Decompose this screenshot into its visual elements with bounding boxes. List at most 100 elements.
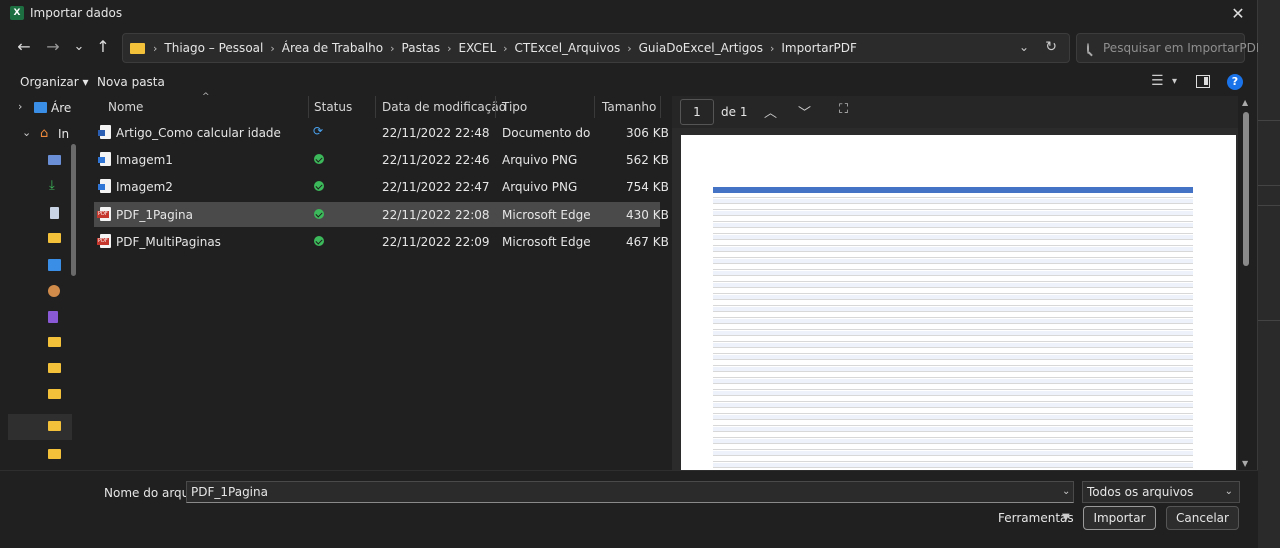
tools-dropdown-icon[interactable]: ▼ bbox=[1062, 512, 1070, 523]
breadcrumb-chevron-icon[interactable]: › bbox=[153, 42, 157, 55]
new-folder-button[interactable]: Nova pasta bbox=[97, 75, 165, 89]
fit-page-icon[interactable]: ⛶ bbox=[839, 102, 848, 117]
sidebar-item-folder[interactable] bbox=[0, 442, 78, 468]
sidebar-item-folder[interactable] bbox=[0, 356, 78, 382]
address-bar[interactable]: › Thiago – Pessoal › Área de Trabalho › … bbox=[122, 33, 1070, 63]
pdf-table-row bbox=[713, 433, 1193, 438]
background-gridline bbox=[1258, 205, 1280, 206]
pdf-table-row bbox=[713, 367, 1193, 372]
view-dropdown-icon[interactable]: ▾ bbox=[1172, 76, 1177, 87]
forward-arrow-icon[interactable]: → bbox=[42, 36, 64, 58]
breadcrumb-chevron-icon[interactable]: › bbox=[770, 42, 774, 55]
organize-button[interactable]: Organizar ▾ bbox=[20, 75, 89, 89]
pdf-table-row bbox=[713, 349, 1193, 354]
view-options-icon[interactable]: ☰ bbox=[1151, 73, 1164, 89]
up-arrow-icon[interactable]: ↑ bbox=[92, 36, 114, 58]
column-header-type[interactable]: Tipo bbox=[502, 100, 527, 120]
previous-page-icon[interactable]: ︿ bbox=[764, 102, 777, 121]
breadcrumb-item-current[interactable]: ImportarPDF bbox=[781, 41, 857, 55]
sidebar-scrollbar[interactable] bbox=[71, 144, 76, 276]
filename-dropdown-icon[interactable]: ⌄ bbox=[1062, 486, 1070, 497]
column-header-name[interactable]: Nome bbox=[108, 100, 143, 120]
file-row[interactable]: PDF_MultiPaginas 22/11/2022 22:09 Micros… bbox=[94, 229, 669, 254]
file-size: 430 KB bbox=[626, 208, 669, 222]
file-row[interactable]: Imagem1 22/11/2022 22:46 Arquivo PNG 562… bbox=[94, 147, 669, 172]
file-modified: 22/11/2022 22:09 bbox=[382, 235, 490, 249]
column-header-status[interactable]: Status bbox=[314, 100, 352, 120]
file-name: Imagem1 bbox=[116, 153, 173, 167]
file-type-select[interactable]: Todos os arquivos ⌄ bbox=[1082, 481, 1240, 503]
preview-scrollbar[interactable]: ▲ ▼ bbox=[1238, 96, 1254, 470]
back-arrow-icon[interactable]: ← bbox=[13, 36, 35, 58]
chevron-down-icon[interactable]: ⌄ bbox=[1225, 482, 1233, 502]
expand-chevron-icon[interactable]: › bbox=[18, 100, 22, 113]
desktop-icon bbox=[34, 102, 47, 113]
address-dropdown-icon[interactable]: ⌄ bbox=[1019, 40, 1029, 54]
sidebar-item-music[interactable] bbox=[0, 278, 78, 304]
page-number-input[interactable]: 1 bbox=[680, 99, 714, 125]
column-header-size[interactable]: Tamanho bbox=[602, 100, 656, 120]
sidebar-item-documents[interactable] bbox=[0, 200, 78, 226]
sidebar-item-folder-selected[interactable] bbox=[8, 414, 72, 440]
filename-input[interactable]: PDF_1Pagina bbox=[186, 481, 1074, 503]
sidebar-item-folder[interactable] bbox=[0, 382, 78, 408]
import-data-dialog: X Importar dados ✕ ← → ⌄ ↑ › Thiago – Pe… bbox=[0, 0, 1263, 548]
search-icon bbox=[1087, 42, 1089, 54]
breadcrumb-item[interactable]: Área de Trabalho bbox=[282, 41, 383, 55]
sidebar-item-videos[interactable] bbox=[0, 304, 78, 330]
file-type: Arquivo PNG bbox=[502, 180, 578, 194]
sidebar-item-home[interactable]: ⌄ ⌂ In bbox=[0, 122, 78, 148]
file-type: Arquivo PNG bbox=[502, 153, 578, 167]
scrollbar-thumb[interactable] bbox=[1243, 112, 1249, 266]
import-button[interactable]: Importar bbox=[1083, 506, 1156, 530]
pdf-table-row bbox=[713, 229, 1193, 234]
column-divider[interactable] bbox=[660, 96, 661, 118]
next-page-icon[interactable]: ﹀ bbox=[798, 102, 811, 121]
file-row[interactable]: Artigo_Como calcular idade ⟳ 22/11/2022 … bbox=[94, 120, 669, 145]
pdf-table-row bbox=[713, 295, 1193, 300]
pdf-table-row bbox=[713, 289, 1193, 294]
sidebar-item-downloads[interactable]: ⤓ bbox=[0, 174, 78, 200]
pdf-table-row bbox=[713, 265, 1193, 270]
pdf-table-row bbox=[713, 277, 1193, 282]
sidebar-item-folder[interactable] bbox=[0, 148, 78, 174]
search-input[interactable]: Pesquisar em ImportarPDF bbox=[1076, 33, 1263, 63]
pdf-table-row bbox=[713, 217, 1193, 222]
column-divider[interactable] bbox=[594, 96, 595, 118]
pdf-table-row bbox=[713, 271, 1193, 276]
pdf-table-row bbox=[713, 319, 1193, 324]
pdf-table-row bbox=[713, 259, 1193, 264]
file-size: 467 KB bbox=[626, 235, 669, 249]
breadcrumb-item[interactable]: GuiaDoExcel_Artigos bbox=[639, 41, 763, 55]
breadcrumb-chevron-icon[interactable]: › bbox=[627, 42, 631, 55]
refresh-icon[interactable]: ↻ bbox=[1045, 39, 1057, 55]
sidebar-item-folder[interactable] bbox=[0, 330, 78, 356]
breadcrumb-chevron-icon[interactable]: › bbox=[447, 42, 451, 55]
scroll-down-icon[interactable]: ▼ bbox=[1242, 459, 1248, 468]
file-row-selected[interactable]: PDF_1Pagina 22/11/2022 22:08 Microsoft E… bbox=[94, 202, 669, 227]
sidebar-item-desktop[interactable]: › Áre bbox=[0, 96, 78, 122]
recent-locations-icon[interactable]: ⌄ bbox=[68, 36, 90, 58]
help-icon[interactable]: ? bbox=[1227, 74, 1243, 90]
column-divider[interactable] bbox=[495, 96, 496, 118]
column-divider[interactable] bbox=[308, 96, 309, 118]
breadcrumb-chevron-icon[interactable]: › bbox=[390, 42, 394, 55]
close-icon[interactable]: ✕ bbox=[1228, 4, 1248, 23]
cancel-button[interactable]: Cancelar bbox=[1166, 506, 1239, 530]
preview-pane-icon[interactable] bbox=[1196, 75, 1210, 88]
breadcrumb-item[interactable]: CTExcel_Arquivos bbox=[515, 41, 621, 55]
pdf-table-row bbox=[713, 421, 1193, 426]
breadcrumb-item[interactable]: Thiago – Pessoal bbox=[164, 41, 263, 55]
collapse-chevron-icon[interactable]: ⌄ bbox=[22, 126, 31, 139]
file-row[interactable]: Imagem2 22/11/2022 22:47 Arquivo PNG 754… bbox=[94, 174, 669, 199]
column-header-modified[interactable]: Data de modificação bbox=[382, 100, 506, 120]
breadcrumb-item[interactable]: Pastas bbox=[402, 41, 441, 55]
breadcrumb-item[interactable]: EXCEL bbox=[459, 41, 497, 55]
column-divider[interactable] bbox=[375, 96, 376, 118]
breadcrumb-chevron-icon[interactable]: › bbox=[503, 42, 507, 55]
scroll-up-icon[interactable]: ▲ bbox=[1242, 98, 1248, 107]
breadcrumb-chevron-icon[interactable]: › bbox=[270, 42, 274, 55]
sidebar-item-folder[interactable] bbox=[0, 226, 78, 252]
preview-toolbar: 1 de 1 ︿ ﹀ ⛶ bbox=[672, 96, 1254, 128]
sidebar-item-pictures[interactable] bbox=[0, 252, 78, 278]
